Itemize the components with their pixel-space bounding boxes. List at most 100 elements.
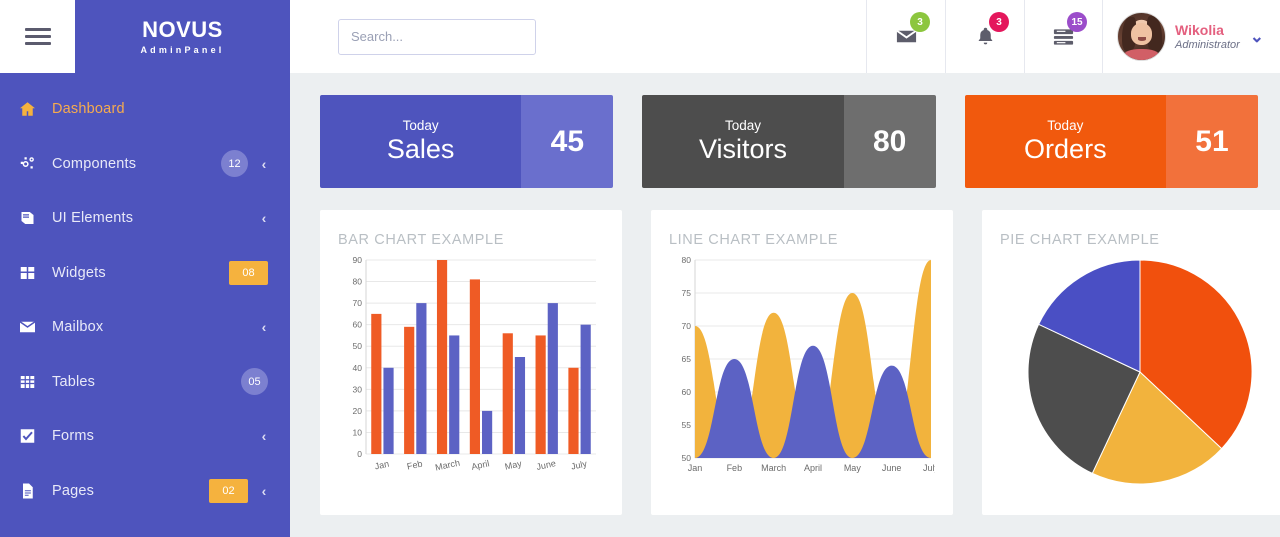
stat-card-body: Today Sales (320, 95, 522, 188)
svg-text:May: May (504, 458, 523, 471)
sidebar-toggle-button[interactable] (0, 0, 75, 73)
stat-title: Orders (1024, 133, 1107, 164)
sidebar-label: Forms (52, 428, 95, 445)
svg-text:April: April (471, 458, 491, 472)
svg-text:April: April (804, 463, 822, 473)
chart-cards: BAR CHART EXAMPLE 0 10 20 30 40 50 60 70 80 90 Jan… (320, 210, 1280, 515)
stat-card-sales[interactable]: Today Sales 45 (320, 95, 614, 188)
sidebar-item-forms[interactable]: Forms ‹ (0, 409, 290, 464)
svg-text:50: 50 (353, 341, 363, 351)
bar-chart-card: BAR CHART EXAMPLE 0 10 20 30 40 50 60 70 80 90 Jan… (320, 210, 622, 515)
line-chart-title: LINE CHART EXAMPLE (669, 232, 839, 248)
sidebar-label: Tables (52, 373, 96, 390)
user-role: Administrator (1175, 39, 1240, 52)
sidebar-label: Widgets (52, 264, 106, 281)
table-icon (18, 373, 52, 391)
sidebar: Dashboard Components 12 ‹ UI Elements ‹ (0, 73, 290, 537)
check-square-icon (18, 427, 52, 445)
user-name: Wikolia (1175, 21, 1224, 38)
svg-text:March: March (434, 458, 461, 473)
file-icon (18, 482, 52, 500)
svg-text:Feb: Feb (406, 459, 423, 472)
stat-card-orders[interactable]: Today Orders 51 (964, 95, 1258, 188)
svg-text:60: 60 (353, 320, 363, 330)
bar-chart-title: BAR CHART EXAMPLE (338, 232, 504, 248)
sidebar-label: Dashboard (52, 101, 125, 118)
stat-card-body: Today Orders (964, 95, 1166, 188)
svg-text:55: 55 (682, 420, 692, 430)
chevron-left-icon[interactable]: ‹ (260, 319, 268, 335)
sidebar-badge: 05 (241, 368, 268, 396)
sidebar-label: Pages (52, 482, 95, 499)
home-icon (18, 100, 52, 118)
chevron-left-icon[interactable]: ‹ (260, 483, 268, 499)
stat-period: Today (402, 117, 439, 133)
grid-icon (18, 264, 52, 282)
svg-text:80: 80 (682, 255, 692, 265)
stat-title: Sales (386, 133, 455, 164)
pie-chart-title: PIE CHART EXAMPLE (1000, 232, 1160, 248)
svg-text:65: 65 (682, 354, 692, 364)
search-input[interactable] (338, 18, 536, 55)
svg-text:80: 80 (353, 277, 363, 287)
svg-text:50: 50 (682, 453, 692, 463)
svg-text:70: 70 (682, 321, 692, 331)
svg-text:30: 30 (353, 384, 363, 394)
svg-text:60: 60 (682, 387, 692, 397)
pie-chart[interactable] (1000, 252, 1280, 490)
sidebar-item-mailbox[interactable]: Mailbox ‹ (0, 300, 290, 355)
sidebar-label: UI Elements (52, 210, 134, 227)
brand-title: NOVUS (142, 16, 223, 42)
messages-button[interactable]: 3 (866, 0, 945, 73)
brand-logo[interactable]: NOVUS AdminPanel (75, 0, 290, 73)
admin-dashboard: NOVUS AdminPanel 3 3 (0, 0, 1280, 537)
sidebar-item-pages[interactable]: Pages 02 ‹ (0, 464, 290, 519)
sidebar-item-components[interactable]: Components 12 ‹ (0, 137, 290, 192)
stat-period: Today (724, 117, 761, 133)
alerts-button[interactable]: 3 (945, 0, 1024, 73)
svg-text:June: June (882, 463, 902, 473)
chevron-left-icon[interactable]: ‹ (260, 156, 268, 172)
svg-text:0: 0 (357, 449, 362, 459)
sidebar-badge: 02 (209, 478, 248, 503)
svg-text:June: June (535, 458, 556, 472)
sidebar-item-widgets[interactable]: Widgets 08 (0, 246, 290, 301)
svg-text:90: 90 (353, 255, 363, 265)
sidebar-label: Mailbox (52, 319, 104, 336)
book-icon (18, 209, 52, 227)
tasks-button[interactable]: 15 (1024, 0, 1103, 73)
chevron-left-icon[interactable]: ‹ (260, 428, 268, 444)
svg-text:July: July (923, 463, 935, 473)
stat-card-visitors[interactable]: Today Visitors 80 (642, 95, 936, 188)
notification-group: 3 3 15 (866, 0, 1103, 73)
svg-text:Jan: Jan (374, 459, 390, 472)
bar-chart[interactable]: 0 10 20 30 40 50 60 70 80 90 Jan Feb March April May Ju… (338, 252, 604, 484)
stat-title: Visitors (698, 133, 787, 164)
chevron-down-icon[interactable]: ⌄ (1250, 27, 1264, 47)
avatar (1117, 12, 1166, 61)
tasks-badge: 15 (1067, 12, 1087, 32)
svg-text:75: 75 (682, 288, 692, 298)
pie-chart-card: PIE CHART EXAMPLE (982, 210, 1280, 515)
gears-icon (18, 155, 52, 173)
svg-text:10: 10 (353, 427, 363, 437)
stat-card-body: Today Visitors (642, 95, 844, 188)
stat-value: 51 (1165, 95, 1258, 188)
line-chart-card: LINE CHART EXAMPLE 50 55 60 65 70 75 80 Jan Feb M… (651, 210, 953, 515)
svg-text:20: 20 (353, 406, 363, 416)
sidebar-item-ui-elements[interactable]: UI Elements ‹ (0, 191, 290, 246)
alerts-badge: 3 (989, 12, 1009, 32)
stat-cards: Today Sales 45 Today Visitors 80 Today O… (320, 95, 1258, 188)
svg-text:70: 70 (353, 298, 363, 308)
line-chart[interactable]: 50 55 60 65 70 75 80 Jan Feb March April May June Jul… (669, 252, 935, 484)
main-content: Today Sales 45 Today Visitors 80 Today O… (290, 73, 1280, 537)
hamburger-icon (24, 28, 51, 45)
sidebar-label: Components (52, 155, 137, 172)
page-body: Dashboard Components 12 ‹ UI Elements ‹ (0, 73, 1280, 537)
sidebar-item-dashboard[interactable]: Dashboard (0, 82, 290, 137)
sidebar-item-tables[interactable]: Tables 05 (0, 355, 290, 410)
top-navbar: NOVUS AdminPanel 3 3 (0, 0, 1280, 73)
stat-period: Today (1047, 117, 1084, 133)
user-menu[interactable]: Wikolia Administrator ⌄ (1103, 0, 1280, 73)
chevron-left-icon[interactable]: ‹ (260, 210, 268, 226)
